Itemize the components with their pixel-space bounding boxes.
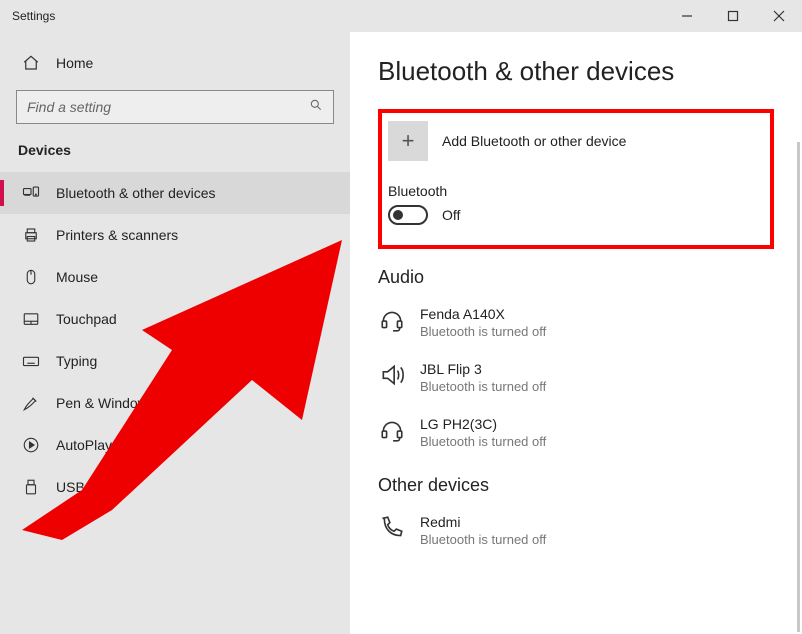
sidebar-item-mouse[interactable]: Mouse: [0, 256, 350, 298]
usb-icon: [22, 478, 40, 496]
audio-section-title: Audio: [378, 267, 774, 288]
touchpad-icon: [22, 310, 40, 328]
other-section-title: Other devices: [378, 475, 774, 496]
search-input[interactable]: [27, 99, 309, 115]
device-name: LG PH2(3C): [420, 416, 546, 432]
home-label: Home: [56, 55, 93, 71]
maximize-button[interactable]: [710, 0, 756, 32]
search-icon: [309, 98, 323, 117]
device-status: Bluetooth is turned off: [420, 434, 546, 449]
home-link[interactable]: Home: [0, 44, 350, 82]
device-name: JBL Flip 3: [420, 361, 546, 377]
sidebar-item-label: Pen & Windows Ink: [56, 395, 177, 411]
keyboard-icon: [22, 352, 40, 370]
plus-icon: +: [388, 121, 428, 161]
device-status: Bluetooth is turned off: [420, 324, 546, 339]
search-box[interactable]: [16, 90, 334, 124]
device-row[interactable]: Redmi Bluetooth is turned off: [378, 506, 774, 561]
phone-icon: [378, 514, 406, 542]
headset-icon: [378, 416, 406, 444]
titlebar: Settings: [0, 0, 802, 32]
sidebar: Home Devices Bluetooth & other devices P…: [0, 32, 350, 634]
device-row[interactable]: JBL Flip 3 Bluetooth is turned off: [378, 353, 774, 408]
add-device-button[interactable]: + Add Bluetooth or other device: [388, 121, 760, 161]
sidebar-item-label: Printers & scanners: [56, 227, 178, 243]
sidebar-item-label: Bluetooth & other devices: [56, 185, 216, 201]
sidebar-item-label: Touchpad: [56, 311, 117, 327]
pen-icon: [22, 394, 40, 412]
sidebar-item-autoplay[interactable]: AutoPlay: [0, 424, 350, 466]
device-row[interactable]: Fenda A140X Bluetooth is turned off: [378, 298, 774, 353]
autoplay-icon: [22, 436, 40, 454]
minimize-button[interactable]: [664, 0, 710, 32]
close-button[interactable]: [756, 0, 802, 32]
window-title: Settings: [12, 9, 55, 23]
scrollbar[interactable]: [797, 142, 800, 632]
mouse-icon: [22, 268, 40, 286]
bluetooth-toggle[interactable]: [388, 205, 428, 225]
sidebar-item-touchpad[interactable]: Touchpad: [0, 298, 350, 340]
sidebar-item-pen[interactable]: Pen & Windows Ink: [0, 382, 350, 424]
home-icon: [22, 54, 40, 72]
device-row[interactable]: LG PH2(3C) Bluetooth is turned off: [378, 408, 774, 463]
bluetooth-label: Bluetooth: [388, 183, 760, 199]
device-status: Bluetooth is turned off: [420, 532, 546, 547]
device-name: Fenda A140X: [420, 306, 546, 322]
sidebar-item-usb[interactable]: USB: [0, 466, 350, 508]
add-device-label: Add Bluetooth or other device: [442, 133, 626, 149]
speaker-icon: [378, 361, 406, 389]
sidebar-item-label: Typing: [56, 353, 97, 369]
device-status: Bluetooth is turned off: [420, 379, 546, 394]
sidebar-section-header: Devices: [0, 142, 350, 172]
sidebar-item-label: AutoPlay: [56, 437, 112, 453]
device-name: Redmi: [420, 514, 546, 530]
toggle-knob: [393, 210, 403, 220]
sidebar-item-printers[interactable]: Printers & scanners: [0, 214, 350, 256]
sidebar-item-label: USB: [56, 479, 85, 495]
sidebar-item-label: Mouse: [56, 269, 98, 285]
bluetooth-toggle-row: Off: [388, 205, 760, 225]
sidebar-item-typing[interactable]: Typing: [0, 340, 350, 382]
page-title: Bluetooth & other devices: [378, 56, 774, 87]
window-controls: [664, 0, 802, 32]
content-pane: Bluetooth & other devices + Add Bluetoot…: [350, 32, 802, 634]
devices-icon: [22, 184, 40, 202]
highlight-annotation: + Add Bluetooth or other device Bluetoot…: [378, 109, 774, 249]
sidebar-item-bluetooth[interactable]: Bluetooth & other devices: [0, 172, 350, 214]
printer-icon: [22, 226, 40, 244]
headset-icon: [378, 306, 406, 334]
toggle-state-label: Off: [442, 207, 460, 223]
